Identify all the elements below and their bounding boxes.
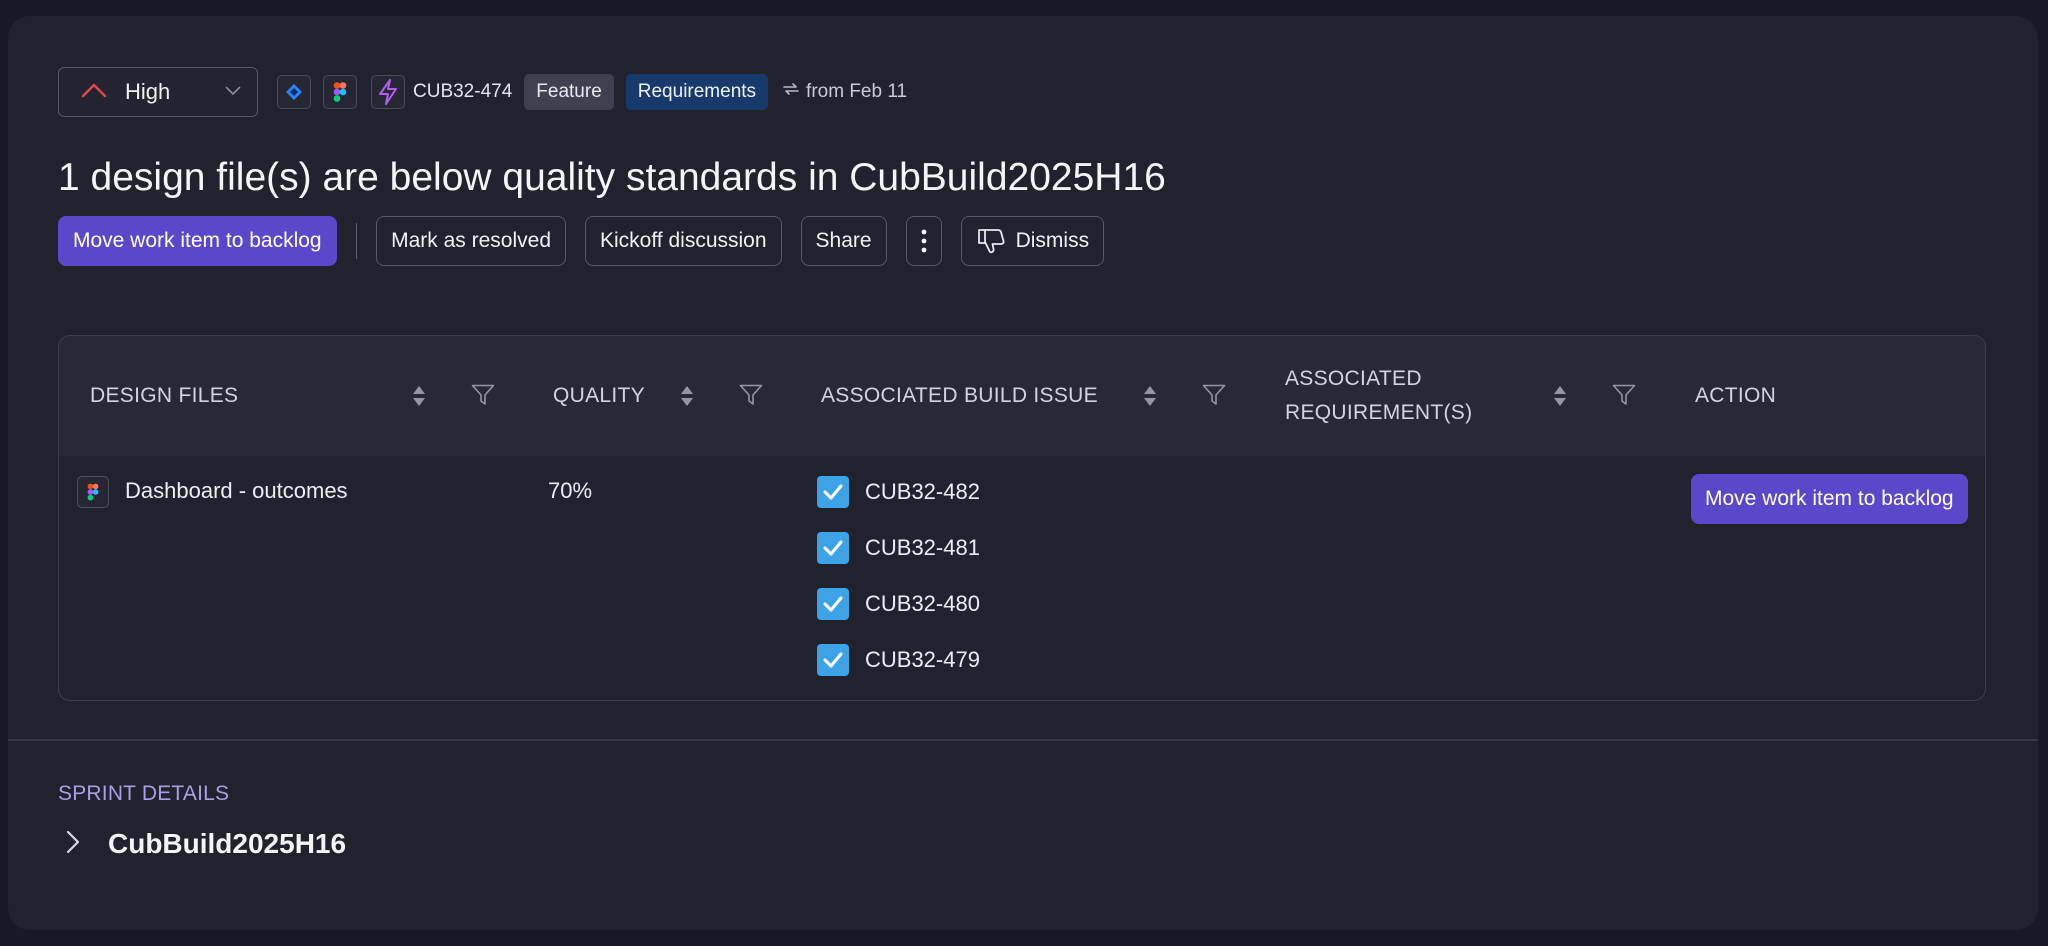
list-item: CUB32-481 [817,532,980,564]
figma-icon[interactable] [323,75,357,109]
list-item: CUB32-479 [817,644,980,676]
list-item: CUB32-482 [817,476,980,508]
check-icon [823,596,843,612]
row-move-to-backlog-button[interactable]: Move work item to backlog [1691,474,1968,524]
from-date-label: from Feb 11 [806,81,908,102]
section-divider [8,739,2038,741]
figma-icon [77,476,109,508]
insight-panel: High CUB32-474 Feature Requirements from [8,16,2038,930]
sync-icon [782,81,806,103]
jira-icon[interactable] [277,75,311,109]
tag-requirements: Requirements [625,74,769,110]
page-title: 1 design file(s) are below quality stand… [58,156,1166,199]
checkbox[interactable] [817,644,849,676]
column-design-files: DESIGN FILES [90,384,239,407]
action-bar: Move work item to backlog Mark as resolv… [58,216,1105,266]
move-to-backlog-button[interactable]: Move work item to backlog [58,216,337,266]
share-button[interactable]: Share [800,216,887,266]
table-header: DESIGN FILES QUALITY ASSOCIATED BUILD IS… [59,336,1985,456]
mark-resolved-button[interactable]: Mark as resolved [376,216,566,266]
dismiss-button[interactable]: Dismiss [960,216,1105,266]
issue-key[interactable]: CUB32-474 [413,81,512,103]
sort-icon[interactable] [1553,384,1567,414]
design-files-table: DESIGN FILES QUALITY ASSOCIATED BUILD IS… [58,335,1986,701]
sprint-details-heading: SPRINT DETAILS [58,782,230,805]
sort-icon[interactable] [1143,384,1157,414]
chevron-right-icon [66,830,80,859]
checkbox[interactable] [817,476,849,508]
meta-row: High CUB32-474 Feature Requirements from [58,67,907,117]
build-issue-link[interactable]: CUB32-479 [865,647,980,673]
column-associated-build-issue: ASSOCIATED BUILD ISSUE [821,384,1098,407]
priority-dropdown[interactable]: High [58,67,258,117]
checkbox[interactable] [817,588,849,620]
kickoff-discussion-button[interactable]: Kickoff discussion [585,216,782,266]
priority-label: High [125,79,171,104]
chevron-down-icon [225,83,241,101]
filter-icon[interactable] [1612,384,1636,412]
column-action: ACTION [1695,384,1777,407]
from-date: from Feb 11 [782,81,907,103]
column-quality: QUALITY [553,384,645,407]
action-divider [355,223,358,259]
thumbs-down-icon [977,229,1005,254]
filter-icon[interactable] [471,384,495,412]
tag-feature: Feature [524,74,614,110]
quality-value: 70% [548,478,593,503]
check-icon [823,652,843,668]
sort-icon[interactable] [680,384,694,414]
check-icon [823,540,843,556]
list-item: CUB32-480 [817,588,980,620]
filter-icon[interactable] [739,384,763,412]
priority-high-arrow-icon [81,82,107,103]
sort-icon[interactable] [412,384,426,414]
check-icon [823,484,843,500]
bolt-icon [371,75,405,109]
build-issue-link[interactable]: CUB32-482 [865,479,980,505]
checkbox[interactable] [817,532,849,564]
sprint-name: CubBuild2025H16 [108,828,347,859]
build-issue-link[interactable]: CUB32-481 [865,535,980,561]
sprint-expander[interactable]: CubBuild2025H16 [66,828,346,860]
build-issue-link[interactable]: CUB32-480 [865,591,980,617]
filter-icon[interactable] [1202,384,1226,412]
kebab-icon [921,229,926,253]
more-options-button[interactable] [905,216,942,266]
column-associated-requirements: ASSOCIATED REQUIREMENT(S) [1285,367,1473,424]
design-file-link[interactable]: Dashboard - outcomes [125,478,348,504]
dismiss-label: Dismiss [1015,229,1090,252]
